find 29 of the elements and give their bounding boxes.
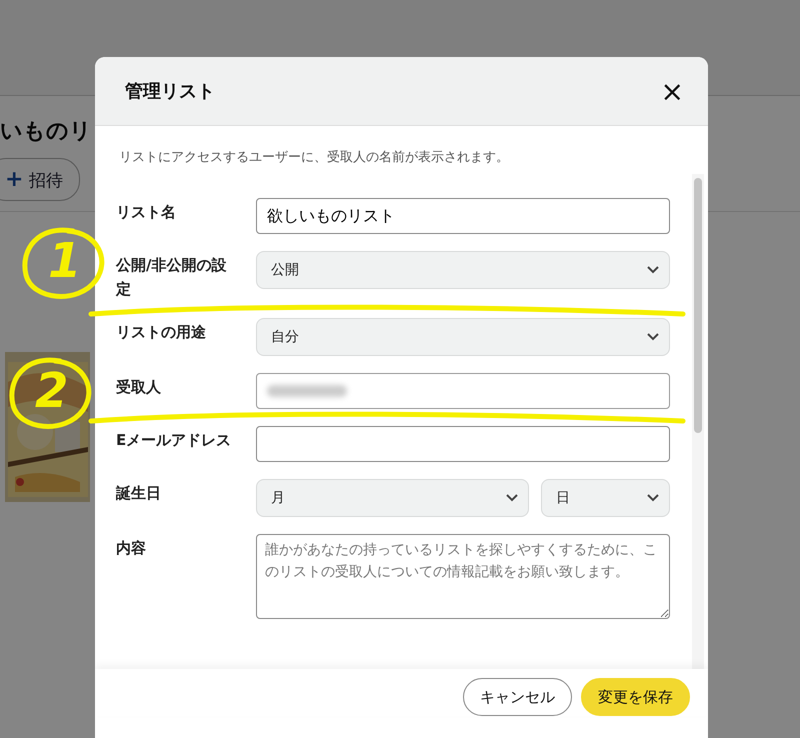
dialog-title: 管理リスト <box>125 80 215 103</box>
select-field[interactable]: 自分 <box>256 318 670 356</box>
chevron-icon <box>647 333 659 341</box>
chevron-icon <box>647 266 659 274</box>
scrollbar-thumb[interactable] <box>694 178 702 433</box>
input-field[interactable] <box>256 426 670 462</box>
save-button[interactable]: 変更を保存 <box>581 678 690 716</box>
cancel-button[interactable]: キャンセル <box>463 678 572 716</box>
field-label: リストの用途 <box>116 322 207 343</box>
field-label: 内容 <box>116 538 147 559</box>
chevron-icon <box>506 494 518 502</box>
field-label: 誕生日 <box>116 483 162 504</box>
field-label: リスト名 <box>116 202 177 223</box>
select-field[interactable]: 公開 <box>256 251 670 289</box>
dialog-description: リストにアクセスするユーザーに、受取人の名前が表示されます。 <box>119 149 510 166</box>
field-label: 受取人 <box>116 377 162 398</box>
annotation-mark: 1 <box>18 225 108 305</box>
month-select[interactable]: 月 <box>256 479 529 517</box>
list-heading: いものリ <box>0 119 92 144</box>
field-label: Eメールアドレス <box>116 430 232 451</box>
input-field[interactable]: 欲しいものリスト <box>256 198 670 234</box>
input-field[interactable] <box>256 373 670 409</box>
close-button[interactable]: × <box>656 74 688 108</box>
annotation-mark: 2 <box>5 355 95 435</box>
description-field[interactable]: 誰かがあなたの持っているリストを探しやすくするために、このリストの受取人についての情報記載をお願い致します。 <box>256 534 670 619</box>
field-label: 公開/非公開の設定 <box>116 255 228 300</box>
invite-button[interactable]: + 招待 <box>0 158 80 201</box>
day-select[interactable]: 日 <box>541 479 670 517</box>
chevron-icon <box>647 494 659 502</box>
